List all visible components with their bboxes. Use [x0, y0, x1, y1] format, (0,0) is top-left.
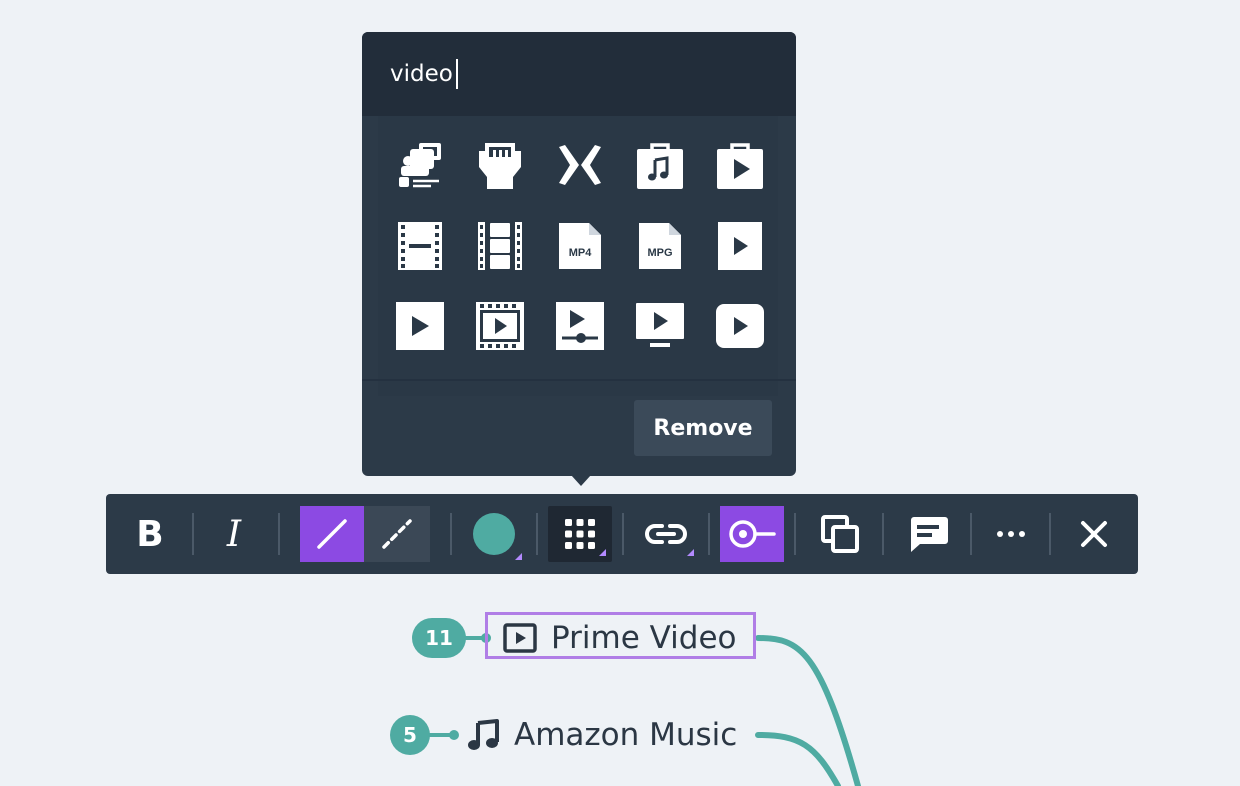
bold-button[interactable]: B: [126, 506, 174, 562]
close-toolbar-button[interactable]: [1066, 506, 1122, 562]
branch-line-prime-video: [755, 635, 861, 786]
toolbar-divider: [450, 513, 452, 555]
node-connector-icon: [729, 520, 776, 548]
branch-color-button[interactable]: [466, 506, 522, 562]
svg-text:MP4: MP4: [569, 247, 593, 259]
play-square-icon[interactable]: [390, 296, 450, 356]
video-player-icon: [503, 621, 537, 655]
film-strip-minus-icon[interactable]: [390, 216, 450, 276]
video-monitor-play-icon[interactable]: [630, 296, 690, 356]
camera-video-person-icon[interactable]: [390, 136, 450, 196]
branch-line-amazon-music: [755, 732, 841, 786]
more-options-button[interactable]: [984, 506, 1038, 562]
icon-search-input[interactable]: video: [362, 32, 796, 116]
close-icon: [1081, 521, 1107, 547]
mpg-file-icon[interactable]: MPG: [630, 216, 690, 276]
dropdown-indicator-icon: [687, 549, 694, 556]
node-prime-video[interactable]: Prime Video: [503, 616, 737, 660]
toolbar-divider: [622, 513, 624, 555]
ellipsis-icon: [997, 531, 1025, 537]
toolbar-divider: [882, 513, 884, 555]
italic-label: I: [226, 513, 242, 555]
icon-picker-button[interactable]: [548, 506, 612, 562]
comment-icon: [911, 517, 948, 552]
copy-icon: [821, 515, 859, 553]
toolbar-divider: [192, 513, 194, 555]
mp4-file-icon[interactable]: MP4: [550, 216, 610, 276]
toolbar-divider: [536, 513, 538, 555]
dropdown-indicator-icon: [599, 549, 606, 556]
hdmi-port-icon[interactable]: [470, 136, 530, 196]
film-play-icon[interactable]: [470, 296, 530, 356]
toolbar-divider: [708, 513, 710, 555]
svg-text:MPG: MPG: [647, 247, 672, 259]
play-square-small-icon[interactable]: [710, 216, 770, 276]
search-query-text: video: [390, 61, 453, 87]
link-icon: [645, 524, 687, 544]
grid-icon: [565, 519, 595, 549]
node-label: Prime Video: [551, 620, 737, 656]
video-store-bag-icon[interactable]: [710, 136, 770, 196]
text-cursor: [455, 59, 458, 89]
dropdown-indicator-icon: [515, 553, 522, 560]
italic-button[interactable]: I: [210, 506, 258, 562]
popup-divider: [362, 379, 796, 381]
icon-results-grid: MP4 MPG: [378, 116, 778, 396]
node-count-badge[interactable]: 11: [412, 618, 466, 658]
comment-button[interactable]: [898, 506, 958, 562]
link-button[interactable]: [638, 506, 694, 562]
callout-button[interactable]: [720, 506, 784, 562]
node-label: Amazon Music: [514, 717, 738, 753]
dashed-line-button[interactable]: [364, 506, 430, 562]
toolbar-divider: [278, 513, 280, 555]
bold-label: B: [136, 513, 164, 555]
popup-pointer: [571, 475, 591, 486]
remove-button-label: Remove: [653, 415, 753, 441]
icon-picker-popup: video MP4 MPG Remove: [362, 32, 796, 476]
node-count-badge[interactable]: 5: [390, 715, 430, 755]
node-amazon-music[interactable]: Amazon Music: [466, 713, 737, 757]
solid-line-icon: [317, 519, 347, 549]
toolbar-divider: [1049, 513, 1051, 555]
video-settings-slider-icon[interactable]: [550, 296, 610, 356]
toolbar-divider: [794, 513, 796, 555]
solid-line-button[interactable]: [300, 506, 364, 562]
badge-dot: [449, 730, 459, 740]
mixer-logo-icon[interactable]: [550, 136, 610, 196]
color-swatch: [473, 513, 515, 555]
play-rounded-box-icon[interactable]: [710, 296, 770, 356]
remove-icon-button[interactable]: Remove: [634, 400, 772, 456]
badge-count: 11: [425, 626, 453, 650]
dashed-line-icon: [382, 519, 412, 549]
music-note-icon: [466, 718, 500, 752]
toolbar-divider: [970, 513, 972, 555]
duplicate-button[interactable]: [810, 506, 870, 562]
film-strip-frames-icon[interactable]: [470, 216, 530, 276]
music-store-bag-icon[interactable]: [630, 136, 690, 196]
badge-count: 5: [403, 723, 417, 747]
formatting-toolbar: B I: [106, 494, 1138, 574]
